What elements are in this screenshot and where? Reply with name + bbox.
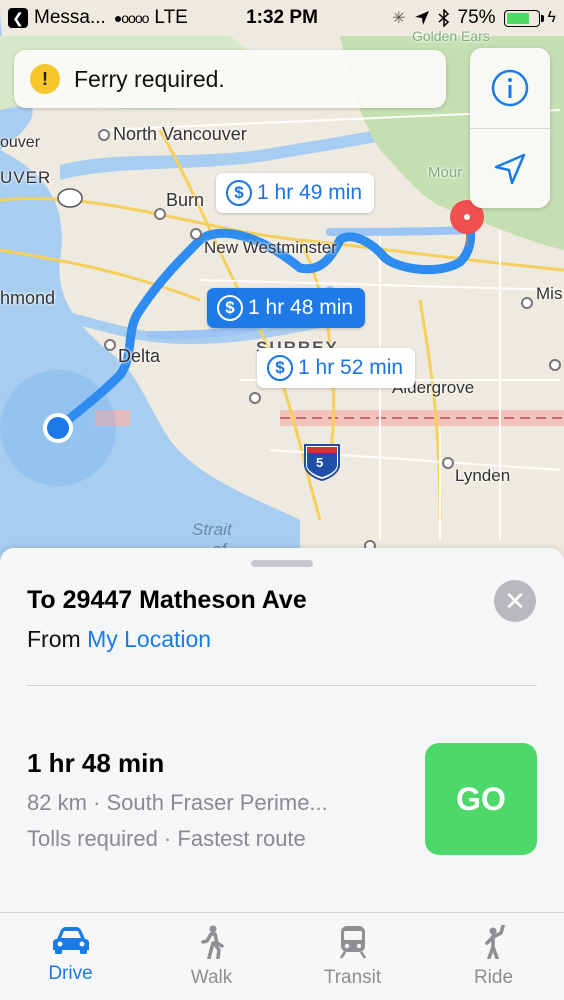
tab-drive[interactable]: Drive: [0, 913, 141, 1000]
close-button[interactable]: ✕: [494, 580, 536, 622]
highway-5-label: 5: [316, 455, 324, 470]
map-label-lynden: Lynden: [455, 466, 511, 485]
location-arrow-icon: [494, 153, 526, 184]
network-type: LTE: [154, 7, 188, 28]
route-callout-3-label: 1 hr 52 min: [298, 356, 404, 379]
toll-dollar-icon: $: [217, 295, 243, 321]
route-callout-3[interactable]: $ 1 hr 52 min: [257, 348, 416, 388]
battery-percent: 75%: [457, 7, 496, 28]
origin-line: From My Location: [27, 626, 211, 653]
car-icon: [52, 927, 89, 954]
map-label-richmond: hmond: [0, 288, 56, 308]
tab-walk[interactable]: Walk: [141, 913, 282, 1000]
route-callout-2-selected[interactable]: $ 1 hr 48 min: [207, 288, 366, 328]
sheet-grabber[interactable]: [251, 560, 313, 567]
map-label-uver: UVER: [0, 168, 52, 187]
ferry-warning-banner[interactable]: ! Ferry required.: [14, 50, 446, 108]
from-prefix: From: [27, 626, 81, 652]
origin-link[interactable]: My Location: [87, 626, 211, 652]
ferry-warning-text: Ferry required.: [74, 65, 225, 92]
divider: [27, 685, 537, 686]
current-location-button[interactable]: [470, 128, 550, 208]
tab-drive-label: Drive: [48, 963, 93, 984]
tab-transit-label: Transit: [323, 967, 382, 988]
route-notes: Tolls required · Fastest route: [27, 826, 306, 851]
map-label-delta: Delta: [118, 346, 161, 366]
route-callout-2-label: 1 hr 48 min: [248, 296, 354, 319]
map-controls: [470, 48, 550, 208]
route-callout-1-label: 1 hr 49 min: [257, 181, 363, 204]
map-label-new-westminster: New Westminster: [204, 238, 337, 257]
route-distance-via: 82 km · South Fraser Perime...: [27, 790, 328, 815]
hailing-person-icon: [484, 925, 505, 959]
route-duration[interactable]: 1 hr 48 min: [27, 748, 164, 779]
map-label-burn: Burn: [166, 190, 205, 210]
signal-strength: ●oooo: [113, 10, 150, 26]
warning-icon: !: [30, 64, 60, 94]
tab-ride[interactable]: Ride: [423, 913, 564, 1000]
info-button[interactable]: [470, 48, 550, 128]
activity-spinner-icon: ✳: [392, 10, 406, 27]
train-icon: [339, 926, 366, 959]
destination-title: To 29447 Matheson Ave: [27, 586, 307, 614]
toll-dollar-icon: $: [267, 355, 293, 381]
map-label-mission: Mis: [536, 284, 563, 303]
map-label-strait: Strait: [192, 520, 232, 539]
directions-sheet: To 29447 Matheson Ave From My Location ✕…: [0, 548, 564, 912]
map-label-mount: Mour: [428, 164, 463, 181]
tab-walk-label: Walk: [190, 967, 233, 988]
tab-ride-label: Ride: [473, 967, 514, 988]
route-callout-1[interactable]: $ 1 hr 49 min: [216, 173, 375, 213]
walking-person-icon: [200, 925, 224, 959]
battery-level-fill: [506, 12, 530, 24]
carrier-back-label[interactable]: Messa...: [34, 7, 106, 29]
go-button[interactable]: GO: [425, 743, 537, 855]
map-label-ouver: ouver: [0, 134, 41, 151]
map-label-north-vancouver: North Vancouver: [113, 124, 247, 144]
back-arrow-icon[interactable]: ❮: [8, 8, 28, 28]
toll-dollar-icon: $: [226, 180, 252, 206]
transport-tab-bar: Drive Walk Transit Ride: [0, 912, 564, 1000]
info-icon: [491, 69, 529, 107]
tab-transit[interactable]: Transit: [282, 913, 423, 1000]
close-icon: ✕: [504, 585, 526, 616]
location-arrow-icon: [414, 11, 429, 25]
charging-bolt-icon: ϟ: [547, 9, 556, 26]
bluetooth-icon: [438, 9, 449, 27]
battery-icon: [503, 9, 544, 27]
status-bar: ❮ Messa... ●oooo LTE 1:32 PM ✳ 75% ϟ: [0, 0, 564, 36]
